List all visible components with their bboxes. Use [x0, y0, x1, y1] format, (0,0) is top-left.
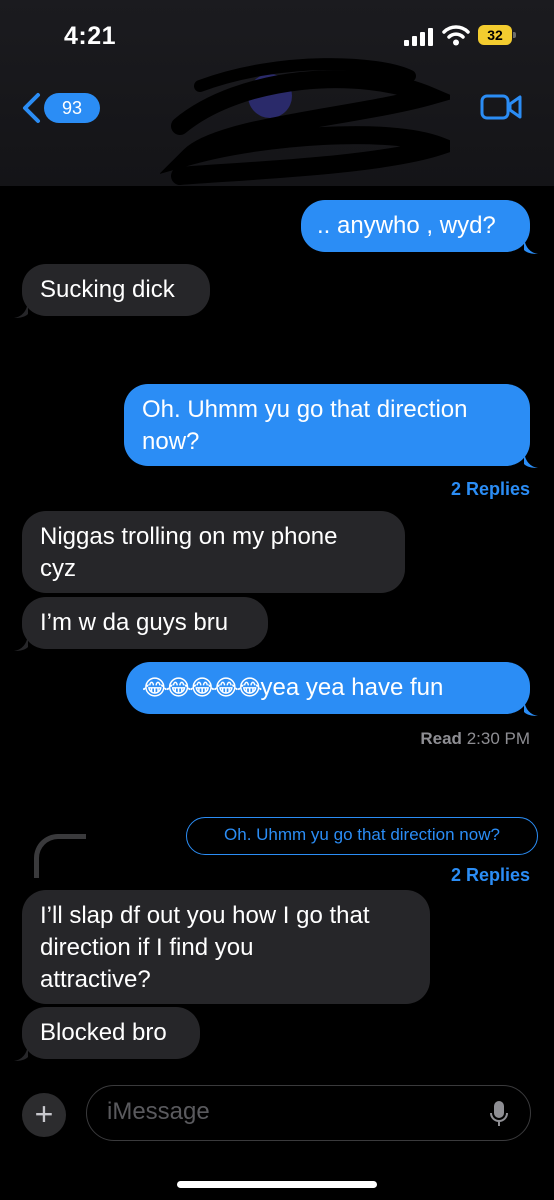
replies-link[interactable]: 2 Replies [380, 865, 530, 886]
message-text-line: cyz [40, 555, 76, 582]
replies-link[interactable]: 2 Replies [380, 479, 530, 500]
message-text-line: direction if I find you [40, 934, 254, 961]
wifi-icon [442, 25, 470, 46]
received-message-bubble[interactable]: Blocked bro [22, 1007, 200, 1059]
message-text-line: I’ll slap df out you how I go that [40, 902, 370, 929]
message-text: yea yea have fun [260, 674, 444, 701]
battery-icon: 32 [478, 25, 516, 45]
unread-count-badge: 93 [44, 93, 100, 123]
bubble-tail [524, 238, 538, 254]
battery-level: 32 [487, 27, 503, 43]
read-receipt: Read 2:30 PM [330, 729, 530, 749]
microphone-icon[interactable] [490, 1100, 508, 1128]
message-text: I’m w da guys bru [40, 609, 229, 636]
home-indicator[interactable] [177, 1181, 377, 1188]
bubble-tail [524, 700, 538, 716]
bubble-tail [14, 1045, 28, 1061]
received-message-bubble[interactable]: Niggas trolling on my phone cyz [22, 511, 405, 593]
read-time: 2:30 PM [466, 729, 530, 748]
message-text: Blocked bro [40, 1019, 167, 1046]
sent-message-bubble[interactable]: Oh. Uhmm yu go that direction now? [124, 384, 530, 466]
bubble-tail [14, 635, 28, 651]
contact-redaction-scribble [171, 58, 450, 185]
received-message-bubble[interactable]: Sucking dick [22, 264, 210, 316]
read-label: Read [420, 729, 462, 748]
bubble-tail [14, 302, 28, 318]
status-bar: 4:21 32 [0, 0, 554, 70]
received-message-bubble[interactable]: I’m w da guys bru [22, 597, 268, 649]
message-text: .. anywho , wyd? [317, 212, 496, 239]
cellular-signal-icon [404, 28, 433, 46]
message-text-line: now? [142, 428, 200, 455]
bubble-tail [524, 452, 538, 468]
chevron-left-icon [23, 93, 40, 123]
input-placeholder: iMessage [107, 1098, 210, 1125]
received-message-bubble[interactable]: I’ll slap df out you how I go that direc… [22, 890, 430, 1004]
laughing-emoji-row: 😂😂😂😂😂 [142, 675, 263, 700]
message-text-line: Niggas trolling on my phone [40, 523, 338, 550]
apps-plus-button[interactable]: + [22, 1093, 66, 1137]
message-text-line: attractive? [40, 966, 151, 993]
sent-message-bubble[interactable]: 😂😂😂😂😂yea yea have fun [126, 662, 530, 714]
quoted-reply-bubble[interactable]: Oh. Uhmm yu go that direction now? [186, 817, 538, 855]
video-call-icon[interactable] [480, 92, 522, 122]
message-text-line: Oh. Uhmm yu go that direction [142, 396, 468, 423]
back-button[interactable]: 93 [20, 88, 100, 128]
message-text: Sucking dick [40, 276, 175, 303]
quoted-text: Oh. Uhmm yu go that direction now? [224, 825, 500, 844]
reply-thread-line [34, 834, 86, 878]
plus-icon: + [34, 1096, 54, 1132]
status-time: 4:21 [64, 22, 117, 50]
imessage-input[interactable]: iMessage [86, 1085, 531, 1141]
sent-message-bubble[interactable]: .. anywho , wyd? [301, 200, 530, 252]
